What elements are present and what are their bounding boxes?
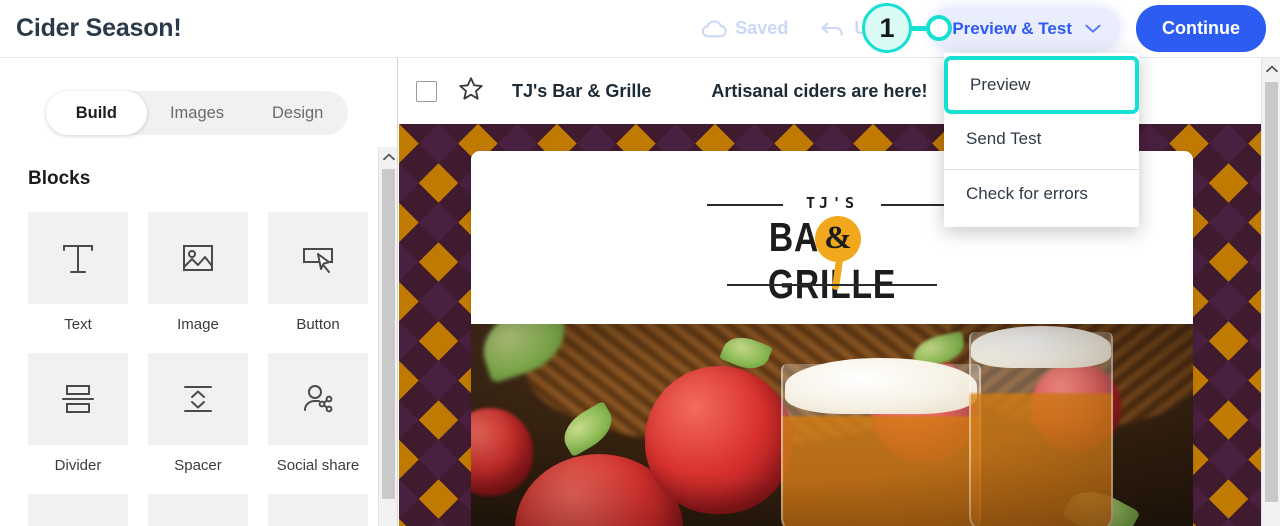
social-share-block-icon xyxy=(294,375,342,423)
block-social-share-tile[interactable] xyxy=(268,353,368,445)
block-spacer[interactable]: Spacer xyxy=(148,353,248,494)
block-row3-b[interactable] xyxy=(148,494,248,526)
cloud-icon xyxy=(701,19,727,38)
divider-block-icon xyxy=(54,375,102,423)
block-spacer-label: Spacer xyxy=(174,457,222,474)
email-preview-pane: TJ's Bar & Grille Artisanal ciders are h… xyxy=(399,57,1280,526)
preview-scrollbar[interactable] xyxy=(1261,58,1280,526)
email-sender: TJ's Bar & Grille xyxy=(512,80,652,101)
block-text[interactable]: Text xyxy=(28,212,128,353)
block-button[interactable]: Button xyxy=(268,212,368,353)
toolbar-actions: Saved Undo Preview & Test Continue xyxy=(685,0,1280,57)
continue-button[interactable]: Continue xyxy=(1136,5,1266,52)
block-row3-b-tile[interactable] xyxy=(148,494,248,526)
chevron-down-icon xyxy=(1085,24,1101,34)
block-row3-a[interactable] xyxy=(28,494,128,526)
tab-build[interactable]: Build xyxy=(46,91,147,135)
menu-item-preview[interactable]: Preview xyxy=(944,56,1139,114)
text-block-icon xyxy=(54,234,102,282)
blocks-grid: Text Image Button Divider Spacer Social … xyxy=(28,212,368,526)
hero-vignette xyxy=(471,324,1193,526)
block-button-label: Button xyxy=(296,316,340,333)
block-row3-a-tile[interactable] xyxy=(28,494,128,526)
checkbox-icon[interactable] xyxy=(416,80,437,102)
saved-status: Saved xyxy=(685,18,804,39)
tab-images[interactable]: Images xyxy=(147,91,248,135)
hero-image-apples-and-cider xyxy=(471,324,1193,526)
block-divider[interactable]: Divider xyxy=(28,353,128,494)
page-title: Cider Season! xyxy=(16,14,182,42)
block-divider-tile[interactable] xyxy=(28,353,128,445)
menu-item-send-test[interactable]: Send Test xyxy=(944,115,1139,163)
inbox-preview-bar: TJ's Bar & Grille Artisanal ciders are h… xyxy=(399,58,1280,124)
preview-and-test-button[interactable]: Preview & Test xyxy=(930,7,1120,50)
blocks-section-heading: Blocks xyxy=(28,168,91,189)
preview-and-test-menu: Preview Send Test Check for errors xyxy=(944,53,1139,227)
star-outline-icon[interactable] xyxy=(458,76,484,106)
button-block-icon xyxy=(294,234,342,282)
build-sidebar: Build Images Design Blocks Text Image Bu… xyxy=(0,57,398,526)
tjs-bar-and-grille-logo: TJ'S BAR GRILLE & xyxy=(707,190,957,307)
sidebar-scroll-up-button[interactable] xyxy=(379,147,397,167)
logo-top-text: TJ'S xyxy=(805,193,859,212)
block-social-share-label: Social share xyxy=(276,457,360,474)
preview-test-wrapper: Preview & Test xyxy=(930,7,1120,50)
top-toolbar: Cider Season! Saved Undo Preview & Test xyxy=(0,0,1280,57)
undo-label: Undo xyxy=(854,18,901,38)
block-row3-c[interactable] xyxy=(268,494,368,526)
block-spacer-tile[interactable] xyxy=(148,353,248,445)
logo-rule-left xyxy=(707,203,783,206)
block-divider-label: Divider xyxy=(54,457,102,474)
email-subject: Artisanal ciders are here! xyxy=(711,80,928,101)
block-row3-c-tile[interactable] xyxy=(268,494,368,526)
menu-footer-spacer xyxy=(944,218,1139,227)
sidebar-tabs: Build Images Design xyxy=(46,91,348,135)
block-image-label: Image xyxy=(177,316,219,333)
preview-and-test-label: Preview & Test xyxy=(952,18,1072,38)
spacer-block-icon xyxy=(174,375,222,423)
undo-button[interactable]: Undo xyxy=(804,18,916,39)
sidebar-scroll-thumb[interactable] xyxy=(381,169,395,499)
block-image[interactable]: Image xyxy=(148,212,248,353)
undo-arrow-icon xyxy=(820,20,846,38)
block-image-tile[interactable] xyxy=(148,212,248,304)
block-button-tile[interactable] xyxy=(268,212,368,304)
preview-scroll-up-button[interactable] xyxy=(1262,58,1280,80)
saved-label: Saved xyxy=(735,18,789,38)
preview-scroll-thumb[interactable] xyxy=(1264,82,1278,502)
logo-rule-bottom xyxy=(727,283,937,286)
block-text-label: Text xyxy=(64,316,92,333)
menu-item-check-for-errors[interactable]: Check for errors xyxy=(944,170,1139,218)
tab-design[interactable]: Design xyxy=(247,91,348,135)
logo-ampersand: & xyxy=(824,220,852,256)
image-block-icon xyxy=(174,234,222,282)
block-text-tile[interactable] xyxy=(28,212,128,304)
block-social-share[interactable]: Social share xyxy=(268,353,368,494)
sidebar-scrollbar[interactable] xyxy=(378,147,397,526)
